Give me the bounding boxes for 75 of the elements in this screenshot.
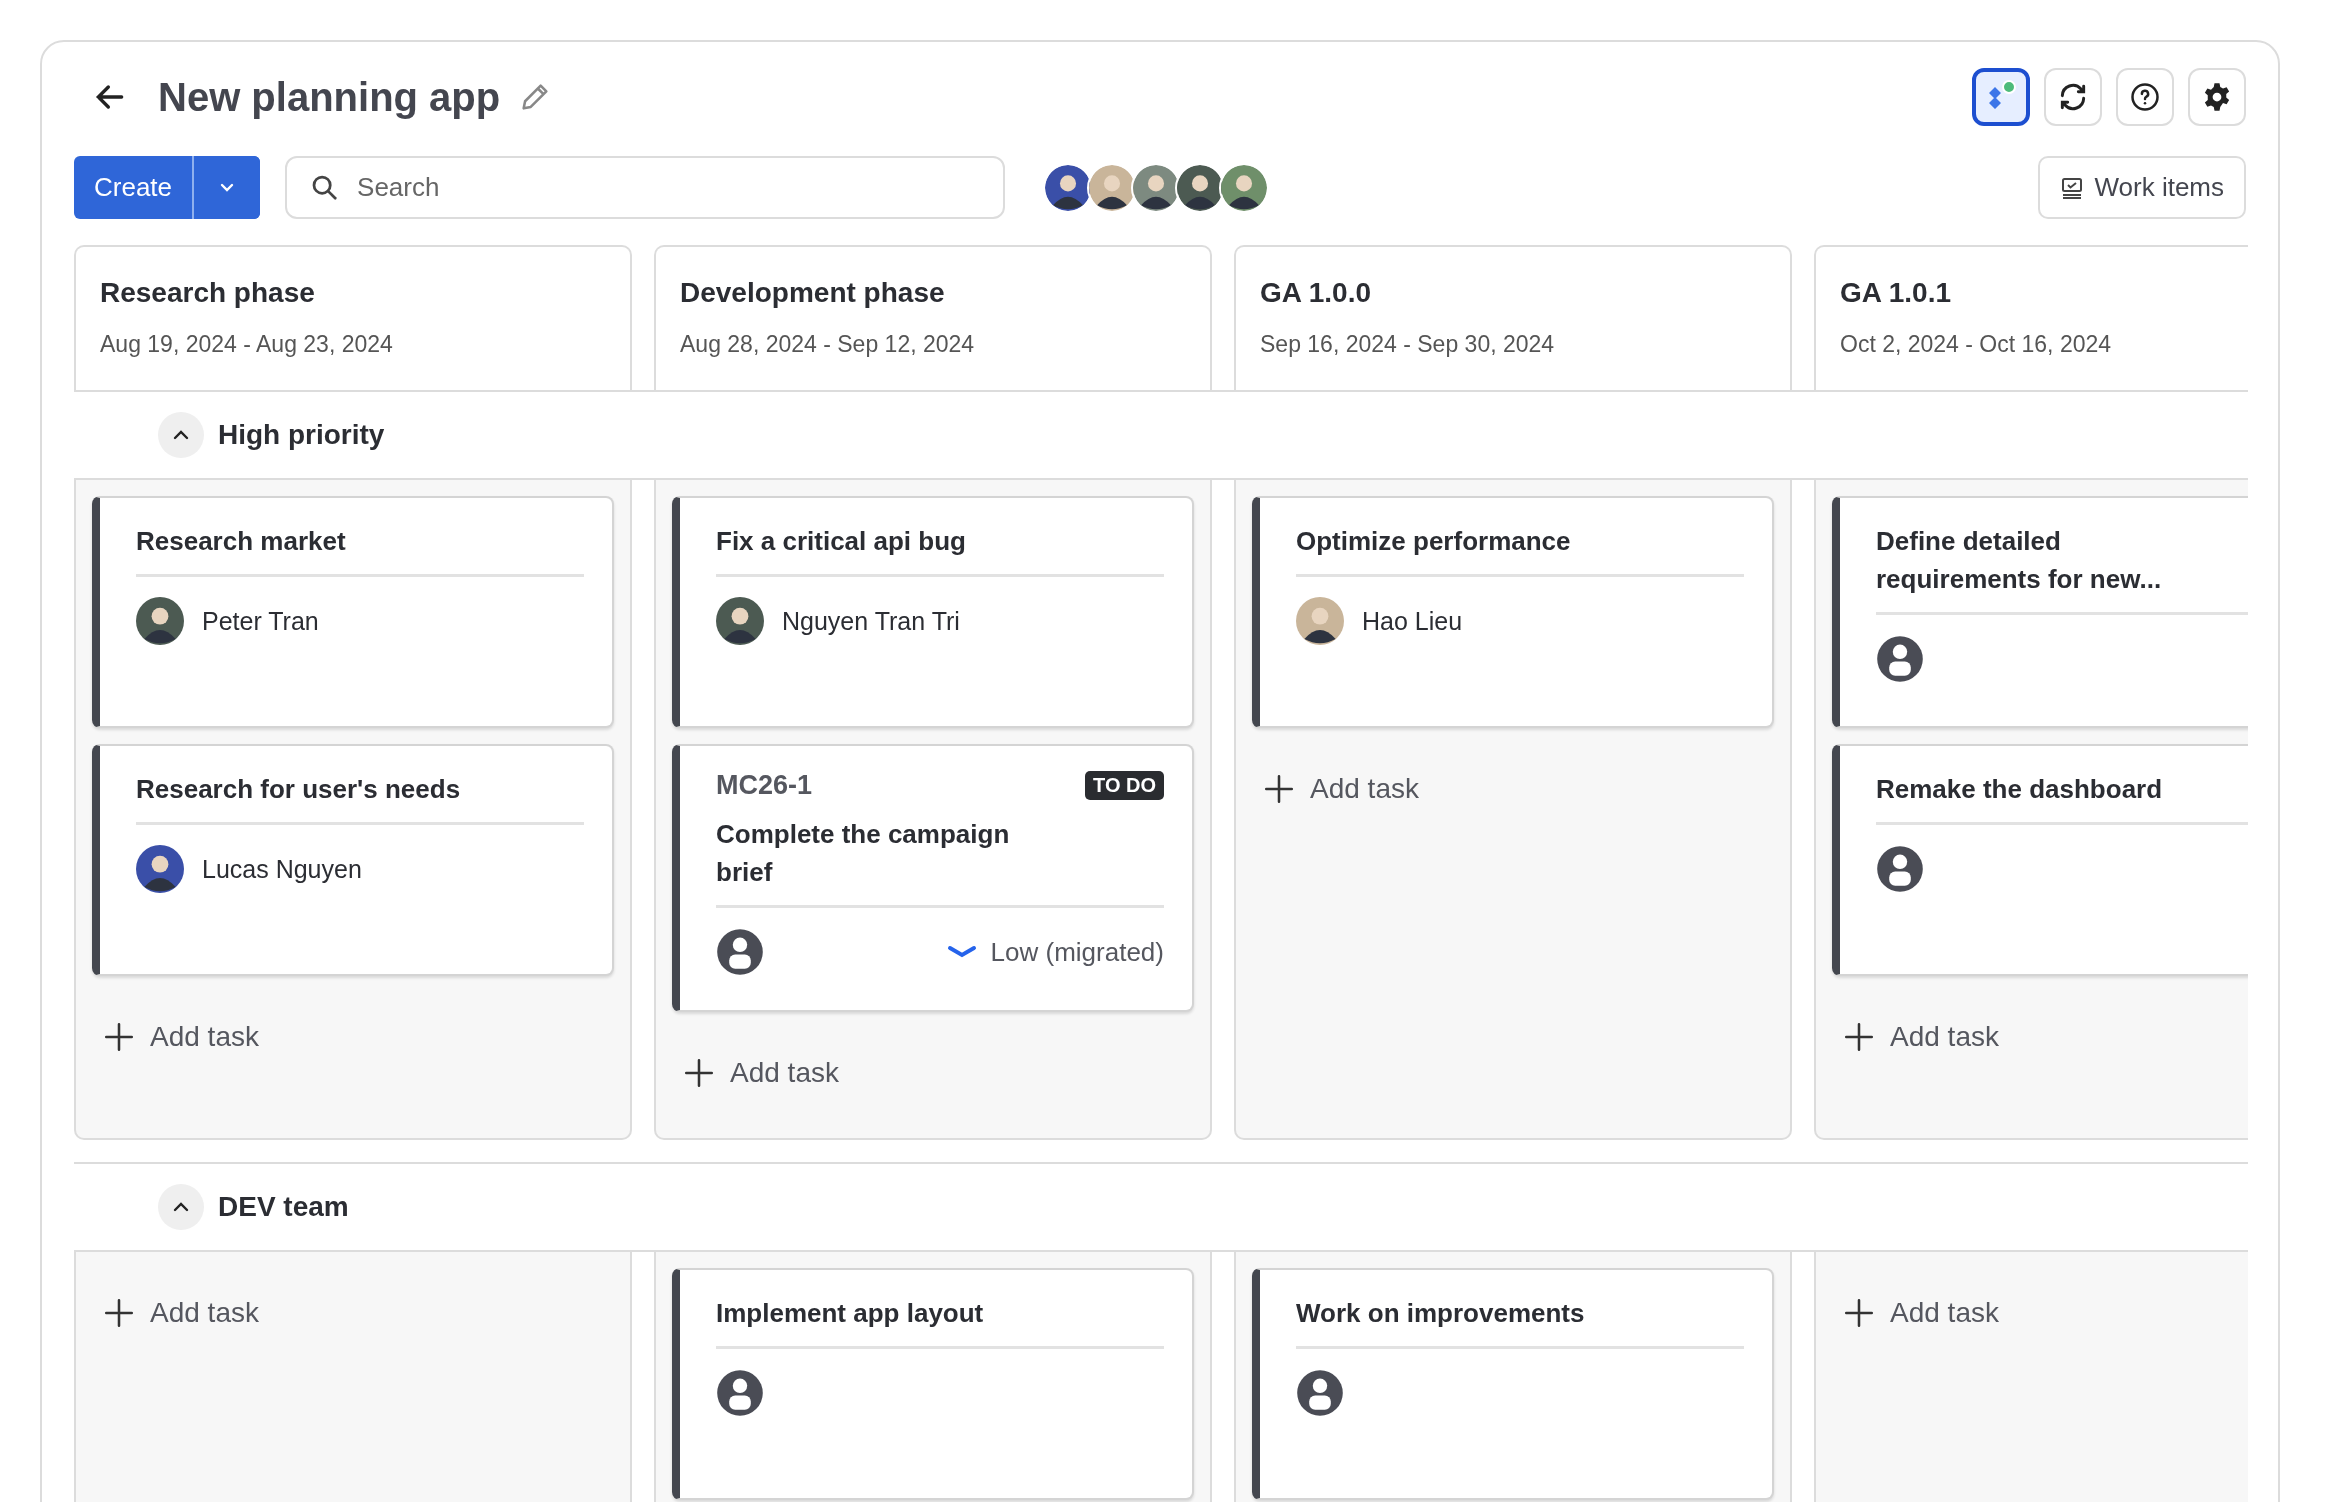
unassigned-user-icon[interactable] xyxy=(1876,845,1924,893)
assignee-name: Hao Lieu xyxy=(1362,606,1463,636)
help-button[interactable] xyxy=(2116,68,2174,126)
column-title: Development phase xyxy=(680,277,946,309)
add-task-button[interactable]: Add task xyxy=(92,1006,269,1068)
plus-icon xyxy=(102,1020,136,1054)
task-title: Research market xyxy=(136,525,347,558)
caret-icon xyxy=(219,182,236,193)
add-task-button[interactable]: Add task xyxy=(672,1042,849,1104)
task-title: Work on improvements xyxy=(1296,1297,1586,1330)
caret-icon xyxy=(172,429,190,441)
task-title: Remake the dashboard xyxy=(1876,773,2164,806)
work-items-button[interactable]: Work items xyxy=(2038,156,2246,219)
priority-label: Low (migrated) xyxy=(990,936,1164,968)
collapse-toggle[interactable] xyxy=(158,412,204,458)
column-dates: Aug 19, 2024 - Aug 23, 2024 xyxy=(100,331,394,358)
chevron-down-icon xyxy=(946,944,977,960)
task-title: Optimize performance xyxy=(1296,525,1572,558)
add-task-button[interactable]: Add task xyxy=(92,1282,269,1344)
planner-button[interactable] xyxy=(1972,68,2030,126)
task-card[interactable]: Fix a critical api bug Nguyen Tran Tri xyxy=(672,496,1194,728)
task-card[interactable]: Work on improvements xyxy=(1252,1268,1774,1500)
task-card[interactable]: Research market Peter Tran xyxy=(92,496,614,728)
task-card[interactable]: Optimize performance Hao Lieu xyxy=(1252,496,1774,728)
add-task-button[interactable]: Add task xyxy=(1252,758,1429,820)
status-badge: TO DO xyxy=(1085,771,1164,800)
unassigned-user-icon[interactable] xyxy=(716,1369,764,1417)
task-title: Research for user's needs xyxy=(136,773,462,806)
monitor-icon xyxy=(2060,175,2085,200)
swimlane-title: DEV team xyxy=(218,1191,349,1223)
task-title: Complete the campaign brief xyxy=(716,818,1011,889)
task-card[interactable]: Remake the dashboard xyxy=(1832,744,2248,976)
create-button[interactable]: Create xyxy=(74,156,193,219)
task-card[interactable]: Research for user's needs Lucas Nguyen xyxy=(92,744,614,976)
page-title: New planning app xyxy=(158,74,501,120)
column-dates: Oct 2, 2024 - Oct 16, 2024 xyxy=(1840,331,2113,358)
add-task-button[interactable]: Add task xyxy=(1832,1282,2009,1344)
assignee-name: Lucas Nguyen xyxy=(202,854,362,884)
column-title: GA 1.0.0 xyxy=(1260,277,1372,309)
avatar-icon xyxy=(716,597,764,645)
search-field[interactable]: Search xyxy=(285,156,1006,219)
plus-icon xyxy=(682,1056,716,1090)
avatar-icon xyxy=(1219,162,1270,213)
assignee-name: Peter Tran xyxy=(202,606,319,636)
task-title: Fix a critical api bug xyxy=(716,525,967,558)
task-card[interactable]: Define detailed requirements for new... xyxy=(1832,496,2248,728)
column-title: Research phase xyxy=(100,277,316,309)
unassigned-user-icon[interactable] xyxy=(1296,1369,1344,1417)
caret-icon xyxy=(172,1201,190,1213)
help-icon xyxy=(2130,82,2160,112)
task-card[interactable]: Implement app layout xyxy=(672,1268,1194,1500)
plus-icon xyxy=(1842,1020,1876,1054)
sync-button[interactable] xyxy=(2044,68,2102,126)
column-title: GA 1.0.1 xyxy=(1840,277,1952,309)
avatar-icon xyxy=(136,597,184,645)
plus-icon xyxy=(102,1296,136,1330)
settings-button[interactable] xyxy=(2188,68,2246,126)
swimlane-title: High priority xyxy=(218,419,385,451)
unassigned-user-icon[interactable] xyxy=(716,928,764,976)
collapse-toggle[interactable] xyxy=(158,1184,204,1230)
plus-icon xyxy=(1842,1296,1876,1330)
task-title: Implement app layout xyxy=(716,1297,985,1330)
settings-icon xyxy=(2202,82,2232,112)
create-dropdown-button[interactable] xyxy=(192,156,261,219)
avatar-icon xyxy=(136,845,184,893)
avatar-icon xyxy=(1296,597,1344,645)
column-dates: Sep 16, 2024 - Sep 30, 2024 xyxy=(1260,331,1556,358)
unassigned-user-icon[interactable] xyxy=(1876,635,1924,683)
plus-icon xyxy=(1262,772,1296,806)
issue-key[interactable]: MC26-1 xyxy=(716,770,813,801)
assignee-name: Nguyen Tran Tri xyxy=(782,606,960,636)
column-dates: Aug 28, 2024 - Sep 12, 2024 xyxy=(680,331,976,358)
task-card[interactable]: MC26-1 TO DO Complete the campaign brief Low (migrated) xyxy=(672,744,1194,1012)
add-task-button[interactable]: Add task xyxy=(1832,1006,2009,1068)
task-title: Define detailed requirements for new... xyxy=(1876,525,2163,596)
